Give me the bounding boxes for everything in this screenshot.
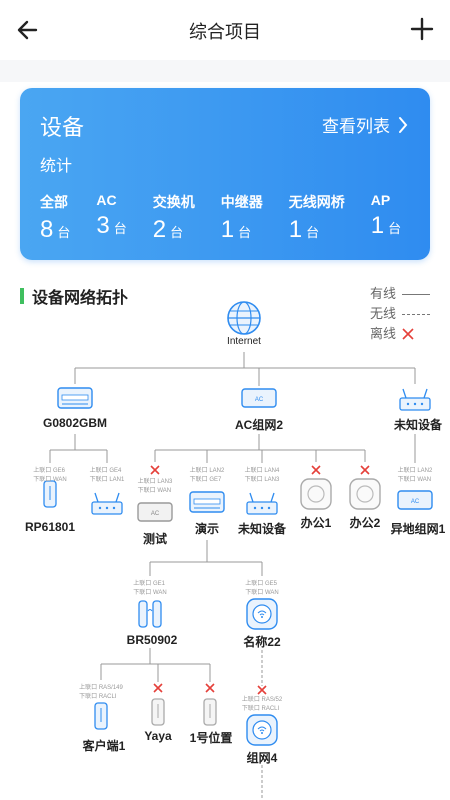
ac-icon (397, 490, 433, 510)
cpe-icon (94, 702, 108, 730)
router-icon (91, 492, 123, 515)
port-info: 上联口 GE6 下联口 WAN (33, 468, 67, 483)
port-info: 上联口 RAS/149 下联口 RACLI (79, 685, 123, 700)
ac-offline-icon (137, 502, 173, 522)
ap-icon (246, 598, 278, 630)
router-icon (399, 388, 431, 411)
router-icon (246, 492, 278, 515)
port-info: 上联口 RAS/52 下联口 RACLI (241, 697, 283, 712)
internet-label: Internet (227, 336, 261, 347)
node-rp61801[interactable]: RP61801 (25, 520, 75, 534)
switch-icon (189, 491, 225, 513)
node-unknown-device[interactable]: 未知设备 (394, 416, 442, 433)
ap-offline-icon (300, 478, 332, 510)
node-remote-group1[interactable]: 异地组网1 (391, 520, 446, 537)
offline-x-icon (360, 465, 370, 475)
port-info: 上联口 LAN2 下联口 GE7 (189, 468, 225, 483)
ap-icon (246, 714, 278, 746)
node-office2[interactable]: 办公2 (350, 514, 381, 531)
port-info: 上联口 GE5 下联口 WAN (245, 581, 279, 596)
node-office1[interactable]: 办公1 (301, 514, 332, 531)
topology-diagram: AC AC (43, 301, 433, 800)
switch-icon (57, 387, 93, 409)
offline-x-icon (205, 683, 215, 693)
cpe-offline-icon (203, 698, 217, 726)
node-demo[interactable]: 演示 (195, 520, 219, 537)
offline-x-icon (150, 465, 160, 475)
node-name22[interactable]: 名称22 (243, 633, 280, 650)
port-info: 上联口 LAN3 下联口 WAN (137, 479, 173, 494)
node-yaya[interactable]: Yaya (144, 729, 171, 743)
ac-icon (241, 388, 277, 408)
internet-globe-icon (227, 301, 261, 335)
node-position1[interactable]: 1号位置 (190, 729, 233, 746)
offline-x-icon (153, 683, 163, 693)
node-br50902[interactable]: BR50902 (127, 633, 178, 647)
node-test[interactable]: 测试 (143, 530, 167, 547)
offline-x-icon (311, 465, 321, 475)
offline-x-icon (257, 685, 267, 695)
port-info: 上联口 GE4 下联口 LAN1 (89, 468, 125, 483)
port-info: 上联口 LAN4 下联口 LAN3 (244, 468, 280, 483)
ap-offline-icon (349, 478, 381, 510)
node-group4[interactable]: 组网4 (247, 749, 278, 766)
port-info: 上联口 LAN2 下联口 WAN (397, 468, 433, 483)
cpe-offline-icon (151, 698, 165, 726)
node-ac-group2[interactable]: AC组网2 (235, 416, 283, 433)
bridge-icon (138, 600, 162, 628)
node-unknown-device-2[interactable]: 未知设备 (238, 520, 286, 537)
node-client1[interactable]: 客户端1 (83, 737, 126, 754)
node-g0802gbm[interactable]: G0802GBM (43, 416, 107, 430)
port-info: 上联口 GE1 下联口 WAN (133, 581, 167, 596)
